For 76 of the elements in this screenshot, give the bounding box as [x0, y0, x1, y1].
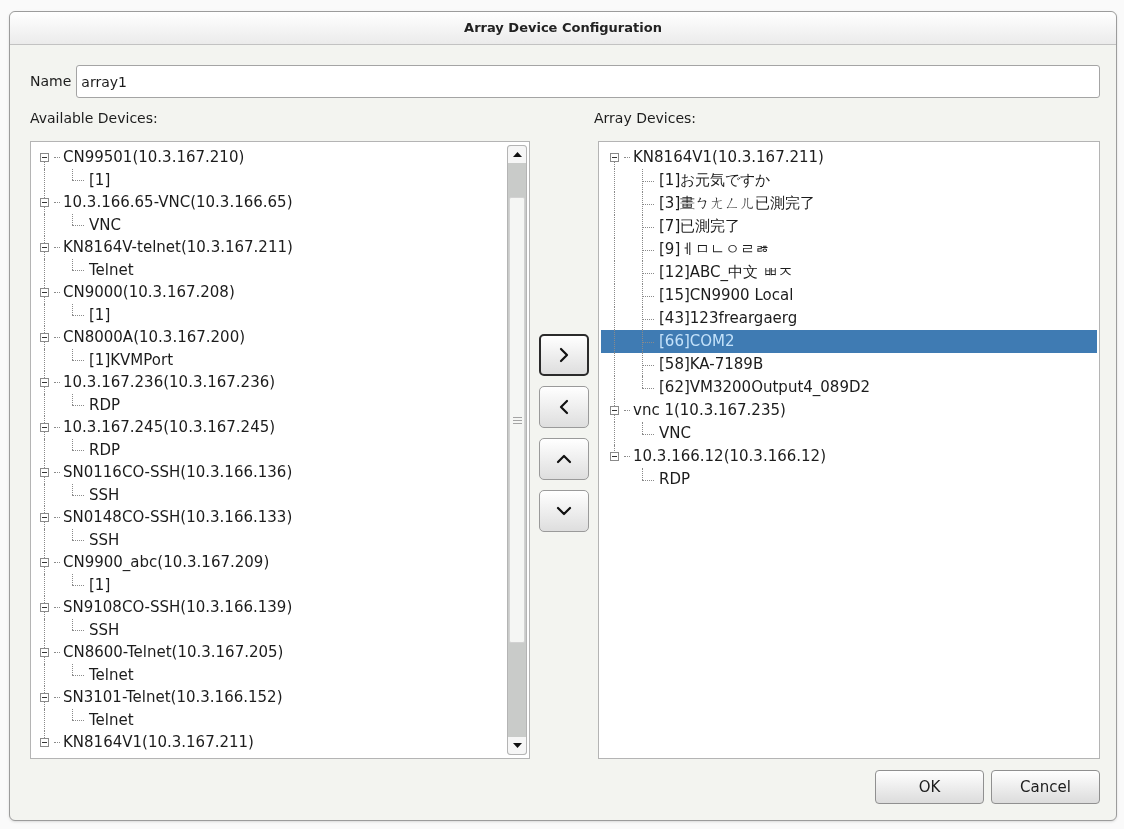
minus-box-icon[interactable] [40, 332, 49, 342]
tree-item[interactable]: vnc 1(10.3.167.235) [632, 401, 787, 420]
tree-item[interactable]: 10.3.166.12(10.3.166.12) [632, 447, 827, 466]
minus-box-icon[interactable] [40, 557, 49, 567]
tree-item[interactable]: SN0148CO-SSH(10.3.166.133) [62, 508, 294, 526]
minus-box-icon[interactable] [40, 692, 49, 702]
tree-item[interactable]: SSH [88, 530, 121, 549]
section-label: Available Devices: [30, 109, 158, 126]
minus-box-icon[interactable] [40, 197, 49, 207]
add-button[interactable] [539, 334, 589, 376]
remove-button[interactable] [539, 386, 589, 428]
tree-item[interactable]: Telnet [88, 710, 135, 729]
scroll-down-button[interactable] [508, 737, 526, 754]
tree-item[interactable]: CN9000(10.3.167.208) [62, 283, 236, 301]
minus-box-icon[interactable] [40, 467, 49, 477]
tree-item[interactable]: CN8600-Telnet(10.3.167.205) [62, 643, 285, 661]
tree-item[interactable]: [1] [88, 305, 112, 324]
tree-item[interactable]: [9]ㅔㅁㄴㅇㄹㅀ [658, 240, 772, 259]
minus-box-icon[interactable] [40, 737, 49, 747]
tree-item[interactable]: [12]ABC_中文 ㅃㅈ [658, 263, 794, 282]
tree-item[interactable]: SN3101-Telnet(10.3.166.152) [62, 688, 284, 706]
tree-item[interactable]: CN8000A(10.3.167.200) [62, 328, 247, 346]
tree-item[interactable]: 10.3.166.65-VNC(10.3.166.65) [62, 193, 294, 211]
up-triangle-icon [512, 152, 522, 157]
window-title: Array Device Configuration [464, 19, 662, 38]
tree-item[interactable]: VNC [88, 215, 122, 234]
scrollbar[interactable] [507, 145, 527, 755]
tree-item[interactable]: CN9900_abc(10.3.167.209) [62, 553, 271, 571]
minus-box-icon[interactable] [40, 602, 49, 612]
section-label: Array Devices: [594, 108, 697, 128]
tree-item[interactable]: 10.3.167.245(10.3.167.245) [62, 418, 277, 436]
tree-item[interactable]: [7]已測完了 [658, 217, 742, 236]
tree-item[interactable]: CN99501(10.3.167.210) [62, 148, 246, 166]
scrollbar-thumb[interactable] [509, 197, 525, 643]
tree-item[interactable]: SSH [88, 485, 121, 504]
tree-item[interactable]: [1] [88, 170, 112, 189]
minus-box-icon[interactable] [610, 452, 619, 461]
tree-item[interactable]: RDP [88, 395, 122, 414]
minus-box-icon[interactable] [40, 152, 49, 162]
tree-item[interactable]: [3]畫ㄅㄤㄥㄦ已測完了 [658, 194, 817, 213]
tree-item[interactable]: SN9108CO-SSH(10.3.166.139) [62, 598, 294, 616]
minus-box-icon[interactable] [40, 242, 49, 252]
move-up-button[interactable] [539, 438, 589, 480]
tree-item[interactable]: RDP [658, 470, 692, 489]
move-down-button[interactable] [539, 490, 589, 532]
tree-item[interactable]: [43]123freargaerg [658, 309, 799, 328]
tree-item[interactable]: VNC [658, 424, 692, 443]
cancel-button[interactable]: Cancel [991, 770, 1100, 804]
minus-box-icon[interactable] [40, 422, 49, 432]
name-label: Name [30, 72, 72, 91]
ok-button[interactable]: OK [875, 770, 984, 804]
tree-item[interactable]: SSH [88, 620, 121, 639]
tree-item[interactable]: SN0116CO-SSH(10.3.166.136) [62, 463, 294, 481]
tree-item[interactable]: KN8164V-telnet(10.3.167.211) [62, 238, 294, 256]
tree-item[interactable]: [1]KVMPort [88, 350, 175, 369]
tree-item[interactable]: [1]お元気ですか [658, 171, 772, 190]
minus-box-icon[interactable] [610, 153, 619, 162]
minus-box-icon[interactable] [40, 377, 49, 387]
tree-item[interactable]: [58]KA-7189B [658, 355, 765, 374]
tree-item[interactable]: Telnet [88, 260, 135, 279]
tree-item[interactable]: [15]CN9900 Local [658, 286, 795, 305]
tree-item[interactable]: 10.3.167.236(10.3.167.236) [62, 373, 277, 391]
down-triangle-icon [512, 743, 522, 748]
minus-box-icon[interactable] [40, 647, 49, 657]
tree-item[interactable]: KN8164V1(10.3.167.211) [62, 733, 255, 751]
minus-box-icon[interactable] [40, 512, 49, 522]
tree-item[interactable]: [62]VM3200Output4_089D2 [658, 378, 872, 397]
tree-item[interactable]: RDP [88, 440, 122, 459]
name-field[interactable]: array1 [76, 65, 1100, 98]
minus-box-icon[interactable] [610, 406, 619, 415]
tree-item[interactable]: KN8164V1(10.3.167.211) [632, 148, 825, 167]
tree-item[interactable]: Telnet [88, 665, 135, 684]
grip-icon [512, 416, 522, 424]
tree-item[interactable]: [1] [88, 575, 112, 594]
scroll-up-button[interactable] [508, 146, 526, 163]
minus-box-icon[interactable] [40, 287, 49, 297]
